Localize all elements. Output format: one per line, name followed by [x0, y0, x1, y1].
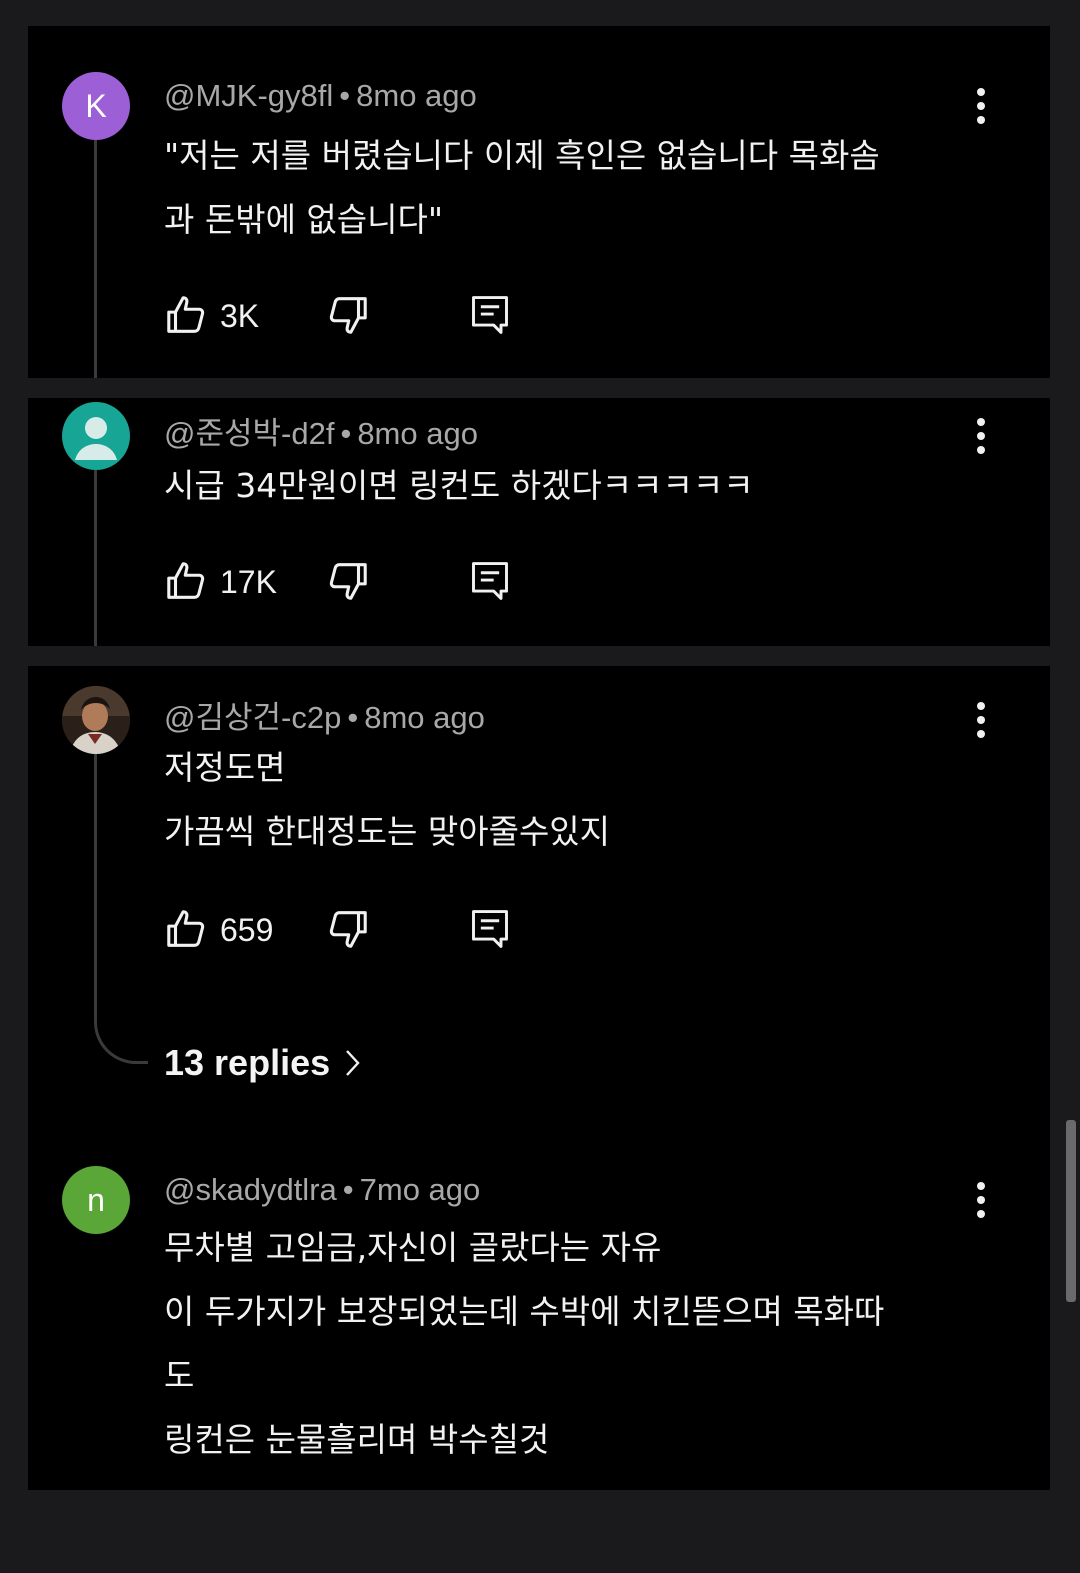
reply-button[interactable] [468, 906, 512, 956]
avatar[interactable]: n [62, 1166, 130, 1234]
comment-meta: @김상건-c2p • 8mo ago [164, 692, 485, 737]
comment-author[interactable]: @김상건-c2p [164, 700, 341, 735]
chevron-right-icon [346, 1050, 360, 1076]
comment-time[interactable]: 8mo ago [364, 700, 485, 735]
user-photo-avatar [62, 686, 130, 754]
comment-actions: 659 [164, 906, 564, 954]
comment-time[interactable]: 8mo ago [356, 78, 477, 113]
comment-line: "저는 저를 버렸습니다 이제 흑인은 없습니다 목화솜 [164, 136, 880, 175]
comment-line: 저정도면 [164, 748, 286, 787]
comment-text: 저정도면 가끔씩 한대정도는 맞아줄수있지 [164, 736, 610, 864]
comment-line: 과 돈밖에 없습니다" [164, 200, 444, 239]
comment-card: @김상건-c2p • 8mo ago 저정도면 가끔씩 한대정도는 맞아줄수있지 6… [28, 666, 1050, 1490]
comment-author[interactable]: @skadydtlra [164, 1172, 337, 1207]
more-options-icon[interactable] [966, 416, 996, 456]
comment-line: 가끔씩 한대정도는 맞아줄수있지 [164, 812, 611, 851]
comment-author[interactable]: @준성박-d2f [164, 416, 334, 451]
like-count: 17K [220, 564, 277, 600]
thread-curve [94, 1012, 148, 1064]
comment-card: K @MJK-gy8fl • 8mo ago "저는 저를 버렸습니다 이제 흑인은… [28, 26, 1050, 378]
meta-separator: • [339, 78, 351, 113]
meta-separator: • [342, 1172, 354, 1207]
like-button[interactable] [164, 906, 210, 956]
more-options-icon[interactable] [966, 86, 996, 126]
thumbs-up-icon [167, 296, 205, 333]
reply-icon [472, 910, 508, 948]
scrollbar[interactable] [1066, 1120, 1076, 1302]
thread-line [94, 132, 97, 378]
reply-icon [472, 296, 508, 334]
default-user-icon [75, 417, 117, 460]
comment-author[interactable]: @MJK-gy8fl [164, 78, 333, 113]
comment-text: 무차별 고임금,자신이 골랐다는 자유 이 두가지가 보장되었는데 수박에 치킨… [164, 1216, 884, 1472]
dislike-button[interactable] [324, 558, 370, 608]
comment-actions: 3K [164, 292, 564, 340]
like-button[interactable] [164, 558, 210, 608]
comment-text: 시급 34만원이면 링컨도 하겠다ㅋㅋㅋㅋㅋ [164, 454, 754, 518]
thumbs-down-icon [329, 297, 367, 334]
comment-line: 시급 34만원이면 링컨도 하겠다ㅋㅋㅋㅋㅋ [164, 466, 754, 505]
thread-line [94, 754, 97, 1014]
comment-text: "저는 저를 버렸습니다 이제 흑인은 없습니다 목화솜 과 돈밖에 없습니다" [164, 124, 880, 252]
comment-line: 이 두가지가 보장되었는데 수박에 치킨뜯으며 목화따 [164, 1292, 885, 1331]
avatar-letter: K [85, 87, 107, 124]
like-count: 3K [220, 298, 260, 334]
reply-icon [472, 562, 508, 600]
thumbs-down-icon [329, 563, 367, 600]
meta-separator: • [340, 416, 352, 451]
reply-button[interactable] [468, 292, 512, 342]
thumbs-up-icon [167, 910, 205, 947]
like-count: 659 [220, 912, 274, 948]
reply-button[interactable] [468, 558, 512, 608]
more-options-icon[interactable] [966, 1180, 996, 1220]
meta-separator: • [347, 700, 359, 735]
comment-line: 링컨은 눈물흘리며 박수칠것 [164, 1420, 550, 1459]
view-replies-button[interactable]: 13 replies [164, 1042, 362, 1084]
comment-line: 도 [164, 1356, 195, 1395]
more-options-icon[interactable] [966, 700, 996, 740]
comment-time[interactable]: 7mo ago [360, 1172, 481, 1207]
thumbs-up-icon [167, 562, 205, 599]
replies-label: 13 replies [164, 1042, 331, 1083]
dislike-button[interactable] [324, 906, 370, 956]
comment-card: @준성박-d2f • 8mo ago 시급 34만원이면 링컨도 하겠다ㅋㅋㅋㅋㅋ … [28, 398, 1050, 646]
like-button[interactable] [164, 292, 210, 342]
avatar[interactable] [62, 402, 130, 470]
thumbs-down-icon [329, 911, 367, 948]
comment-actions: 17K [164, 558, 564, 606]
comment-time[interactable]: 8mo ago [357, 416, 478, 451]
avatar[interactable]: K [62, 72, 130, 140]
avatar-letter: n [87, 1181, 105, 1218]
comment-line: 무차별 고임금,자신이 골랐다는 자유 [164, 1228, 662, 1267]
comment-meta: @MJK-gy8fl • 8mo ago [164, 78, 477, 114]
avatar[interactable] [62, 686, 130, 754]
comment-meta: @준성박-d2f • 8mo ago [164, 408, 478, 453]
dislike-button[interactable] [324, 292, 370, 342]
comment-meta: @skadydtlra • 7mo ago [164, 1172, 480, 1208]
thread-line [94, 470, 97, 646]
